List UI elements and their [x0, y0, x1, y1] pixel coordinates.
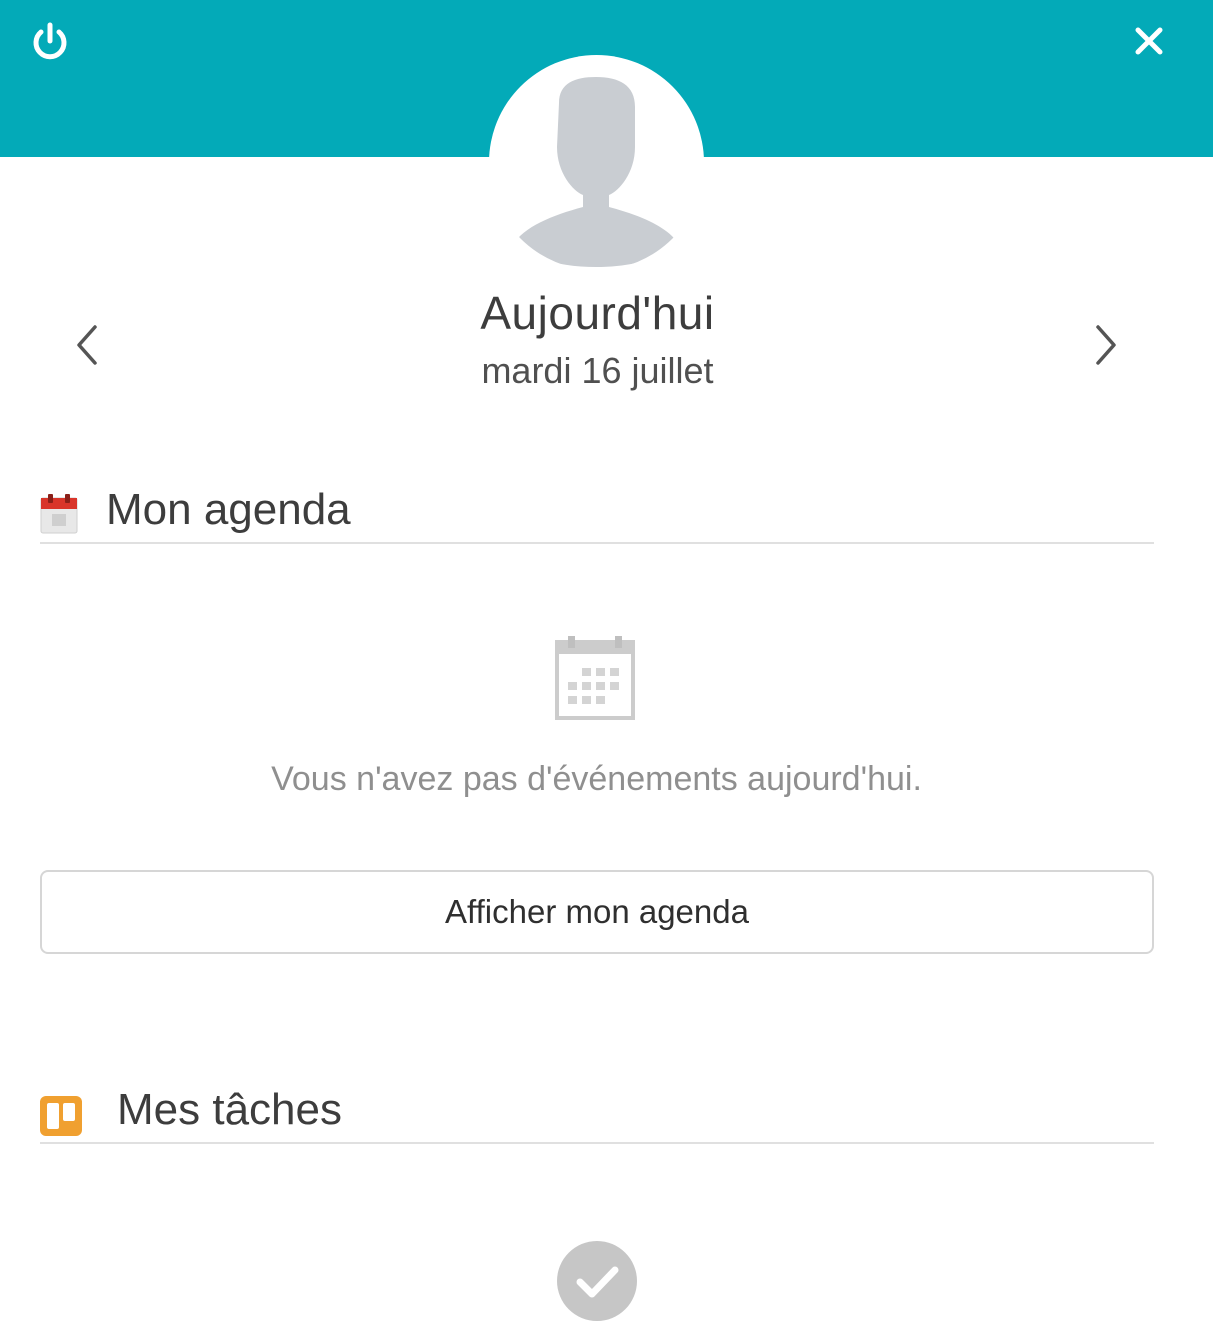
avatar[interactable]	[489, 55, 704, 270]
power-icon	[33, 22, 67, 60]
user-silhouette-icon	[513, 77, 679, 267]
tasks-title: Mes tâches	[117, 1085, 342, 1134]
date-title: Aujourd'hui	[480, 287, 715, 339]
close-icon	[1135, 27, 1163, 55]
agenda-section-header: Mon agenda	[40, 482, 1154, 544]
power-button[interactable]	[22, 14, 78, 70]
kanban-board-icon	[40, 1096, 82, 1136]
chevron-right-icon	[1096, 325, 1116, 365]
check-circle-icon	[557, 1241, 637, 1321]
next-day-button[interactable]	[1075, 305, 1135, 385]
close-button[interactable]	[1120, 12, 1178, 70]
date-subtitle: mardi 16 juillet	[481, 350, 714, 391]
chevron-left-icon	[77, 325, 97, 365]
no-events-message: Vous n'avez pas d'événements aujourd'hui…	[271, 760, 922, 798]
show-agenda-button[interactable]: Afficher mon agenda	[40, 870, 1154, 954]
daily-summary-panel: Aujourd'hui mardi 16 juillet Mon agenda …	[0, 0, 1213, 1334]
date-header: Aujourd'hui mardi 16 juillet	[300, 282, 895, 396]
calendar-outline-icon	[555, 636, 635, 720]
calendar-icon	[40, 494, 78, 534]
agenda-title: Mon agenda	[106, 485, 351, 534]
previous-day-button[interactable]	[58, 305, 118, 385]
tasks-section-header: Mes tâches	[40, 1082, 1154, 1144]
